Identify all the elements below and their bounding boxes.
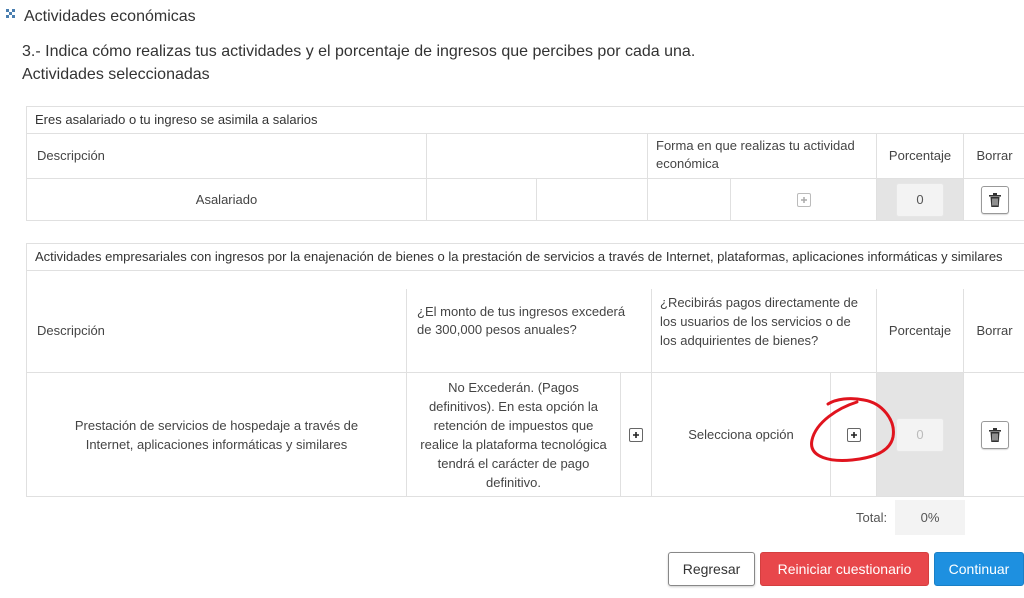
reset-button[interactable]: Reiniciar cuestionario bbox=[760, 552, 929, 586]
col-forma: Forma en que realizas tu actividad econó… bbox=[648, 133, 877, 178]
col-descripcion: Descripción bbox=[27, 289, 407, 372]
porcentaje-cell: 0 bbox=[877, 373, 964, 496]
selected-activities-label: Actividades seleccionadas bbox=[22, 66, 210, 83]
col-borrar: Borrar bbox=[976, 148, 1013, 163]
row-empty-cell-2 bbox=[537, 179, 648, 220]
salary-table-heading: Eres asalariado o tu ingreso se asimila … bbox=[27, 107, 1024, 134]
section-header[interactable]: Actividades económicas bbox=[6, 8, 196, 26]
question-text: 3.- Indica cómo realizas tus actividades… bbox=[22, 43, 696, 60]
total-value: 0% bbox=[895, 500, 965, 535]
plus-square-icon[interactable] bbox=[796, 192, 811, 207]
borrar-cell bbox=[964, 373, 1024, 496]
row-empty-cell-3 bbox=[648, 179, 731, 220]
row-pagos[interactable]: Selecciona opción bbox=[652, 373, 831, 496]
salary-table: Eres asalariado o tu ingreso se asimila … bbox=[26, 106, 1024, 221]
total-label: Total: bbox=[856, 510, 888, 525]
porcentaje-input[interactable]: 0 bbox=[896, 182, 944, 217]
borrar-cell bbox=[964, 179, 1024, 220]
porcentaje-cell: 0 bbox=[877, 179, 964, 220]
internet-table-heading: Actividades empresariales con ingresos p… bbox=[27, 244, 1024, 271]
trash-icon bbox=[988, 192, 1001, 207]
pagos-add-cell bbox=[831, 373, 877, 496]
delete-button[interactable] bbox=[980, 420, 1009, 449]
col-pagos: ¿Recibirás pagos directamente de los usu… bbox=[652, 289, 877, 372]
plus-square-icon[interactable] bbox=[629, 427, 643, 442]
col-forma-label: Forma en que realizas tu actividad econó… bbox=[656, 138, 855, 171]
pagos-select-label[interactable]: Selecciona opción bbox=[688, 427, 794, 442]
question-block: 3.- Indica cómo realizas tus actividades… bbox=[22, 40, 695, 86]
row-monto: No Excederán. (Pagos definitivos). En es… bbox=[407, 373, 621, 496]
row-descripcion: Asalariado bbox=[27, 179, 427, 220]
col-porcentaje: Porcentaje bbox=[877, 133, 964, 178]
col-descripcion: Descripción bbox=[27, 133, 427, 178]
col-porcentaje: Porcentaje bbox=[877, 289, 964, 372]
trash-icon bbox=[988, 427, 1001, 442]
plus-square-icon[interactable] bbox=[846, 427, 861, 442]
row-descripcion-text: Prestación de servicios de hospedaje a t… bbox=[74, 417, 359, 452]
col-monto-label: ¿El monto de tus ingresos excederá de 30… bbox=[417, 304, 626, 337]
delete-button[interactable] bbox=[980, 185, 1009, 214]
forma-add-cell bbox=[731, 179, 877, 220]
porcentaje-input[interactable]: 0 bbox=[896, 417, 944, 452]
col-borrar: Borrar bbox=[976, 323, 1013, 338]
col-pagos-label: ¿Recibirás pagos directamente de los usu… bbox=[660, 295, 858, 348]
row-descripcion: Prestación de servicios de hospedaje a t… bbox=[27, 373, 407, 496]
row-empty-cell-1 bbox=[427, 179, 537, 220]
section-title: Actividades económicas bbox=[24, 8, 196, 25]
internet-activities-table: Actividades empresariales con ingresos p… bbox=[26, 243, 1024, 497]
header-empty-cell bbox=[427, 133, 648, 178]
col-monto: ¿El monto de tus ingresos excederá de 30… bbox=[407, 289, 652, 372]
back-button[interactable]: Regresar bbox=[668, 552, 755, 586]
expand-dots-icon[interactable] bbox=[6, 9, 18, 21]
continue-button[interactable]: Continuar bbox=[934, 552, 1024, 586]
monto-add-cell bbox=[621, 373, 652, 496]
row-monto-text: No Excederán. (Pagos definitivos). En es… bbox=[420, 379, 607, 490]
